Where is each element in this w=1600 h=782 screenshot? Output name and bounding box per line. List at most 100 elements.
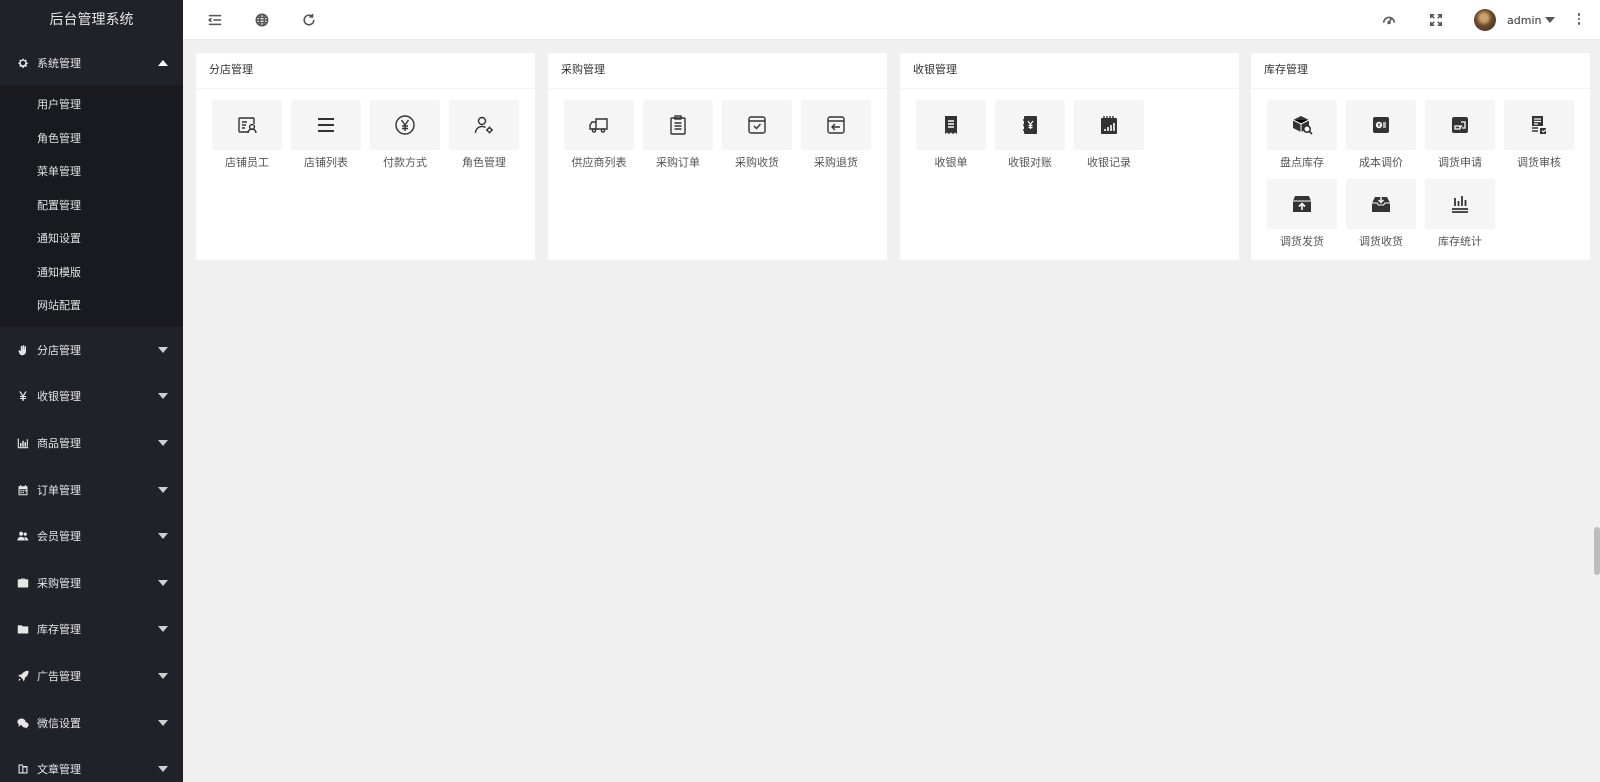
menu-toggle-icon[interactable] [207,12,223,28]
submenu-item-notify-templates[interactable]: 通知模版 [0,256,183,290]
panel-title: 库存管理 [1251,53,1590,89]
submenu-item-roles[interactable]: 角色管理 [0,122,183,156]
panel-inventory: 库存管理 盘点库存 成本调价 调货申请 调货审核 调货发货 调货收货 库存统计 [1251,53,1590,260]
tile-transfer-receive[interactable]: 调货收货 [1346,179,1416,251]
tile-purchase-return[interactable]: 采购退货 [801,100,871,172]
ship-out-icon [1267,179,1337,229]
tile-cashier-reconcile[interactable]: 收银对账 [995,100,1065,172]
tile-transfer-audit[interactable]: 调货审核 [1504,100,1574,172]
tile-cashier-bill[interactable]: 收银单 [916,100,986,172]
box-search-icon [1267,100,1337,150]
tile-inventory-stats[interactable]: 库存统计 [1425,179,1495,251]
box-check-icon [722,100,792,150]
tile-label: 角色管理 [462,156,506,169]
menu-members[interactable]: 会员管理 [0,513,183,560]
menu-branch[interactable]: 分店管理 [0,327,183,374]
tile-payment-methods[interactable]: 付款方式 [370,100,440,172]
menu-goods[interactable]: 商品管理 [0,420,183,467]
menu-ads[interactable]: 广告管理 [0,653,183,700]
tile-role-management[interactable]: 角色管理 [449,100,519,172]
globe-icon[interactable] [254,12,270,28]
tile-label: 调货审核 [1517,156,1561,169]
menu-inventory[interactable]: 库存管理 [0,606,183,653]
menu-inventory-label: 库存管理 [37,623,81,637]
transfer-request-icon [1425,100,1495,150]
hand-icon [16,343,30,357]
tile-cashier-records[interactable]: 收银记录 [1074,100,1144,172]
menu-purchase-label: 采购管理 [37,576,81,590]
menu-wechat-label: 微信设置 [37,716,81,730]
folder-icon [16,622,30,636]
menu-system[interactable]: 系统管理 [0,40,183,85]
caret-up-icon [158,59,168,66]
submenu-item-notify-settings[interactable]: 通知设置 [0,222,183,256]
menu-group-system: 系统管理 用户管理 角色管理 菜单管理 配置管理 通知设置 通知模版 网站配置 [0,40,183,327]
tile-supplier-list[interactable]: 供应商列表 [564,100,634,172]
app-title: 后台管理系统 [49,12,134,28]
submenu-item-config[interactable]: 配置管理 [0,189,183,223]
tile-label: 库存统计 [1438,235,1482,248]
tile-label: 调货申请 [1438,156,1482,169]
username: admin [1507,13,1542,27]
tile-label: 盘点库存 [1280,156,1324,169]
more-vertical-icon[interactable] [1576,13,1582,27]
caret-down-icon [158,719,168,726]
stats-icon [1425,179,1495,229]
tile-label: 采购订单 [656,156,700,169]
fullscreen-icon[interactable] [1428,12,1444,28]
caret-down-icon [158,439,168,446]
menu-group-wechat: 微信设置 [0,699,183,746]
submenu-item-menus[interactable]: 菜单管理 [0,155,183,189]
tile-transfer-request[interactable]: 调货申请 [1425,100,1495,172]
yen-icon [16,389,30,403]
rocket-icon [16,669,30,683]
refresh-icon[interactable] [301,12,317,28]
tile-stocktake[interactable]: 盘点库存 [1267,100,1337,172]
submenu-item-users[interactable]: 用户管理 [0,88,183,122]
user-menu[interactable]: admin [1474,8,1556,32]
tile-purchase-receiving[interactable]: 采购收货 [722,100,792,172]
tile-label: 店铺员工 [225,156,269,169]
menu-group-members: 会员管理 [0,513,183,560]
menu-system-label: 系统管理 [37,56,81,70]
menu-wechat[interactable]: 微信设置 [0,699,183,746]
bar-chart-icon [16,436,30,450]
submenu-system: 用户管理 角色管理 菜单管理 配置管理 通知设置 通知模版 网站配置 [0,85,183,327]
scrollbar-thumb[interactable] [1594,527,1600,575]
clipboard-icon [643,100,713,150]
audit-icon [1504,100,1574,150]
menu-ads-label: 广告管理 [37,669,81,683]
tile-transfer-ship[interactable]: 调货发货 [1267,179,1337,251]
tile-label: 收银单 [934,156,968,169]
user-settings-icon [449,100,519,150]
truck-icon [564,100,634,150]
menu-orders[interactable]: 订单管理 [0,466,183,513]
wechat-icon [16,716,30,730]
tile-shop-list[interactable]: 店铺列表 [291,100,361,172]
tile-label: 收银记录 [1087,156,1131,169]
yen-circle-icon [370,100,440,150]
menu-articles-label: 文章管理 [37,763,81,777]
tile-shop-staff[interactable]: 店铺员工 [212,100,282,172]
menu-purchase[interactable]: 采购管理 [0,559,183,606]
panel-title: 分店管理 [196,53,535,89]
caret-down-icon [158,533,168,540]
menu-group-ads: 广告管理 [0,653,183,700]
sidebar: 后台管理系统 系统管理 用户管理 角色管理 菜单管理 配置管理 通知设置 通知模… [0,0,183,782]
users-icon [16,529,30,543]
tile-label: 采购退货 [814,156,858,169]
receive-icon [1346,179,1416,229]
menu-orders-label: 订单管理 [37,483,81,497]
theme-icon[interactable] [1381,12,1397,28]
menu-cashier[interactable]: 收银管理 [0,373,183,420]
submenu-item-site-config[interactable]: 网站配置 [0,289,183,323]
calendar-icon [16,483,30,497]
caret-down-icon [158,486,168,493]
tile-purchase-orders[interactable]: 采购订单 [643,100,713,172]
menu-group-goods: 商品管理 [0,420,183,467]
tile-cost-adjust[interactable]: 成本调价 [1346,100,1416,172]
tile-label: 收银对账 [1008,156,1052,169]
menu-goods-label: 商品管理 [37,436,81,450]
menu-articles[interactable]: 文章管理 [0,746,183,782]
tile-label: 调货发货 [1280,235,1324,248]
